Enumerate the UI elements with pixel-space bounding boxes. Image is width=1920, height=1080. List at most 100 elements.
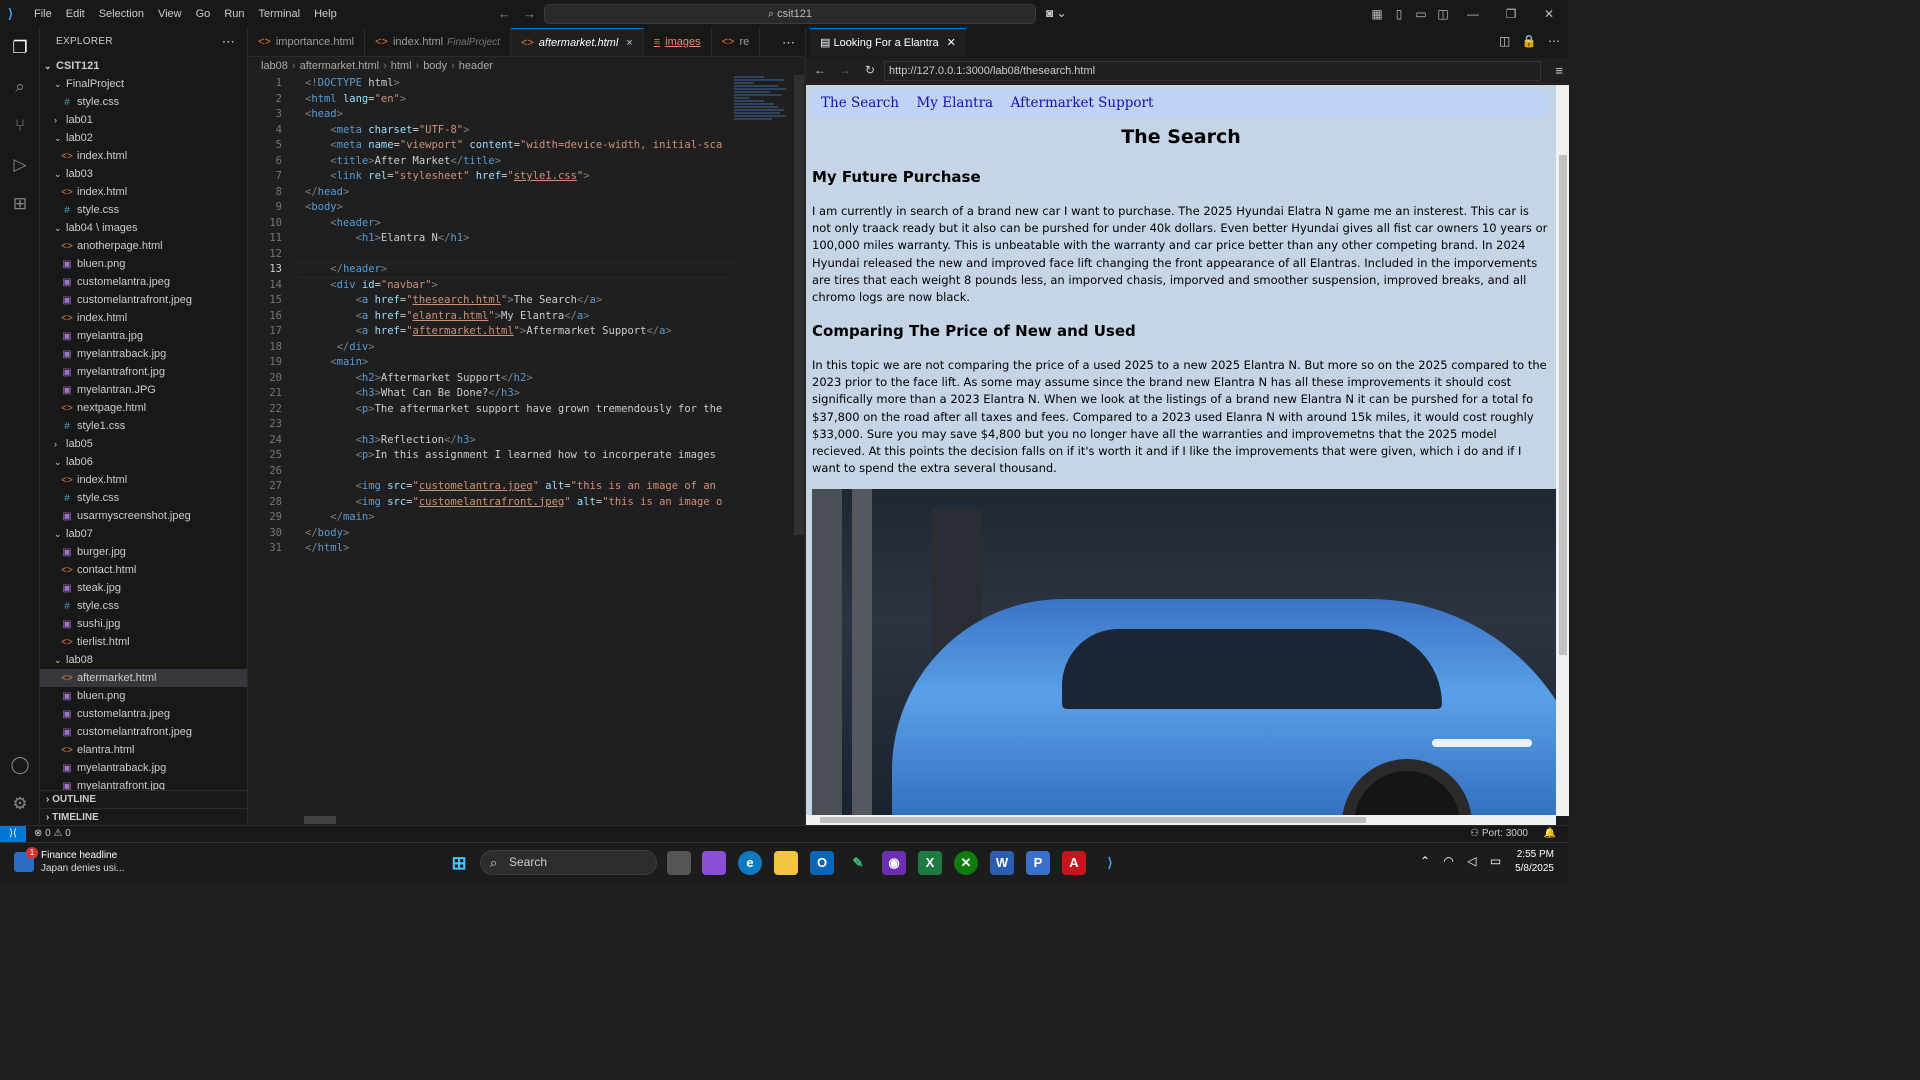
problems-indicator[interactable]: ⊗ 0 ⚠ 0 — [34, 826, 71, 842]
back-arrow-icon[interactable]: ← — [814, 63, 826, 77]
minimize-icon[interactable]: — — [1454, 7, 1492, 21]
file-item[interactable]: # style1.css — [40, 417, 247, 435]
minimap[interactable] — [734, 75, 792, 145]
acrobat-icon[interactable]: A — [1062, 851, 1086, 875]
file-item[interactable]: ▣ customelantra.jpeg — [40, 273, 247, 291]
source-control-icon[interactable]: ⑂ — [8, 114, 32, 138]
code-line[interactable]: <img src="customelantrafront.jpeg" alt="… — [305, 496, 723, 508]
edge-browser-icon[interactable]: e — [738, 851, 762, 875]
code-line[interactable]: <html lang="en"> — [305, 93, 406, 105]
file-item[interactable]: ▣ burger.jpg — [40, 543, 247, 561]
code-line[interactable]: <img src="customelantra.jpeg" alt="this … — [305, 480, 716, 492]
nav-link-aftermarket-support[interactable]: Aftermarket Support — [1011, 95, 1154, 111]
nav-link-the-search[interactable]: The Search — [821, 95, 899, 111]
file-item[interactable]: ▣ myelantraback.jpg — [40, 345, 247, 363]
menu-edit[interactable]: Edit — [59, 8, 92, 20]
extensions-icon[interactable]: ⊞ — [8, 192, 32, 216]
file-item[interactable]: ▣ usarmyscreenshot.jpeg — [40, 507, 247, 525]
copilot-app-icon[interactable] — [702, 851, 726, 875]
lock-icon[interactable]: 🔒 — [1522, 34, 1537, 48]
clock[interactable]: 2:55 PM 5/8/2025 — [1515, 848, 1554, 876]
editor-horizontal-scrollbar[interactable] — [304, 816, 336, 824]
outlook-icon[interactable]: O — [810, 851, 834, 875]
folder-item[interactable]: ⌄ FinalProject — [40, 75, 247, 93]
preview-horizontal-scrollbar[interactable] — [806, 815, 1556, 825]
code-line[interactable]: <a href="aftermarket.html">Aftermarket S… — [305, 325, 672, 337]
toggle-panel-icon[interactable]: ▭ — [1410, 7, 1432, 21]
excel-icon[interactable]: X — [918, 851, 942, 875]
code-line[interactable]: <p>In this assignment I learned how to i… — [305, 449, 716, 461]
file-item[interactable]: ▣ bluen.png — [40, 687, 247, 705]
remote-indicator-icon[interactable]: ⟩⟨ — [0, 826, 26, 842]
back-arrow-icon[interactable]: ← — [498, 6, 511, 21]
file-item[interactable]: ▣ customelantrafront.jpeg — [40, 291, 247, 309]
command-center[interactable]: ⌕ csit121 — [544, 4, 1036, 24]
file-explorer-icon[interactable] — [774, 851, 798, 875]
folder-item[interactable]: › lab05 — [40, 435, 247, 453]
file-item[interactable]: ▣ myelantra.jpg — [40, 327, 247, 345]
editor-tab[interactable]: <> importance.html — [248, 28, 366, 56]
editor-vertical-scrollbar[interactable] — [794, 75, 804, 535]
close-tab-icon[interactable]: ✕ — [947, 37, 956, 49]
file-item[interactable]: # style.css — [40, 597, 247, 615]
folder-item[interactable]: ⌄ lab04 \ images — [40, 219, 247, 237]
toggle-sidebar-icon[interactable]: ▯ — [1388, 7, 1410, 21]
podcast-app-icon[interactable]: ◉ — [882, 851, 906, 875]
file-item[interactable]: ▣ steak.jpg — [40, 579, 247, 597]
menu-file[interactable]: File — [27, 8, 59, 20]
editor-tab[interactable]: <> aftermarket.html × — [510, 28, 644, 56]
folder-item[interactable]: ⌄ lab08 — [40, 651, 247, 669]
file-item[interactable]: ▣ customelantrafront.jpeg — [40, 723, 247, 741]
split-editor-icon[interactable]: ◫ — [1499, 34, 1510, 48]
code-line[interactable]: </body> — [305, 527, 349, 539]
start-menu-icon[interactable]: ⊞ — [447, 851, 471, 875]
code-line[interactable]: </header> — [305, 263, 387, 275]
breadcrumb-item[interactable]: header — [459, 60, 493, 72]
run-debug-icon[interactable]: ▷ — [8, 153, 32, 177]
file-item[interactable]: # style.css — [40, 489, 247, 507]
folder-item[interactable]: ⌄ lab06 — [40, 453, 247, 471]
code-line[interactable]: </div> — [305, 341, 375, 353]
wifi-icon[interactable]: ◠ — [1443, 854, 1453, 868]
more-actions-icon[interactable]: ⋯ — [1548, 34, 1560, 48]
code-line[interactable]: <title>After Market</title> — [305, 155, 501, 167]
editor-tab[interactable]: <> index.html FinalProject — [365, 28, 511, 56]
search-view-icon[interactable]: ⌕ — [8, 75, 32, 99]
taskbar-search[interactable]: ⌕ Search — [480, 850, 657, 875]
file-item[interactable]: ▣ sushi.jpg — [40, 615, 247, 633]
nav-link-my-elantra[interactable]: My Elantra — [916, 95, 993, 111]
menu-view[interactable]: View — [151, 8, 189, 20]
code-line[interactable]: <meta name="viewport" content="width=dev… — [305, 139, 722, 151]
file-item[interactable]: <> index.html — [40, 183, 247, 201]
code-line[interactable]: </head> — [305, 186, 349, 198]
folder-item[interactable]: ⌄ lab07 — [40, 525, 247, 543]
folder-item[interactable]: › lab01 — [40, 111, 247, 129]
breadcrumb-item[interactable]: html — [391, 60, 412, 72]
code-line[interactable]: <h3>What Can Be Done?</h3> — [305, 387, 520, 399]
code-line[interactable]: <h1>Elantra N</h1> — [305, 232, 470, 244]
menu-help[interactable]: Help — [307, 8, 344, 20]
customize-layout-icon[interactable]: ▦ — [1366, 7, 1388, 21]
code-line[interactable]: <head> — [305, 108, 343, 120]
timeline-section[interactable]: › TIMELINE — [40, 808, 247, 825]
code-line[interactable]: </main> — [305, 511, 374, 523]
file-item[interactable]: ▣ customelantra.jpeg — [40, 705, 247, 723]
chevron-up-icon[interactable]: ⌃ — [1420, 854, 1430, 868]
preview-vertical-scrollbar[interactable] — [1556, 85, 1569, 816]
forward-arrow-icon[interactable]: → — [839, 63, 851, 77]
more-actions-icon[interactable]: ⋯ — [782, 28, 795, 56]
code-area[interactable]: 1 <!DOCTYPE html> 2 <html lang="en"> 3 <head>… — [248, 75, 734, 810]
folder-item[interactable]: ⌄ lab02 — [40, 129, 247, 147]
editor-tab[interactable]: ≡ images — [644, 28, 712, 56]
code-line[interactable]: <body> — [305, 201, 343, 213]
workspace-root[interactable]: ⌄ CSIT121 — [40, 57, 247, 75]
menu-terminal[interactable]: Terminal — [252, 8, 308, 20]
code-line[interactable]: <meta charset="UTF-8"> — [305, 124, 469, 136]
reload-icon[interactable]: ↻ — [865, 63, 875, 77]
task-view-icon[interactable] — [667, 851, 691, 875]
code-line[interactable]: </html> — [305, 542, 349, 554]
notifications-bell-icon[interactable]: 🔔 — [1544, 826, 1556, 842]
menu-selection[interactable]: Selection — [92, 8, 151, 20]
vscode-taskbar-icon[interactable]: ⟩ — [1098, 851, 1122, 875]
volume-icon[interactable]: ◁ — [1467, 854, 1476, 868]
